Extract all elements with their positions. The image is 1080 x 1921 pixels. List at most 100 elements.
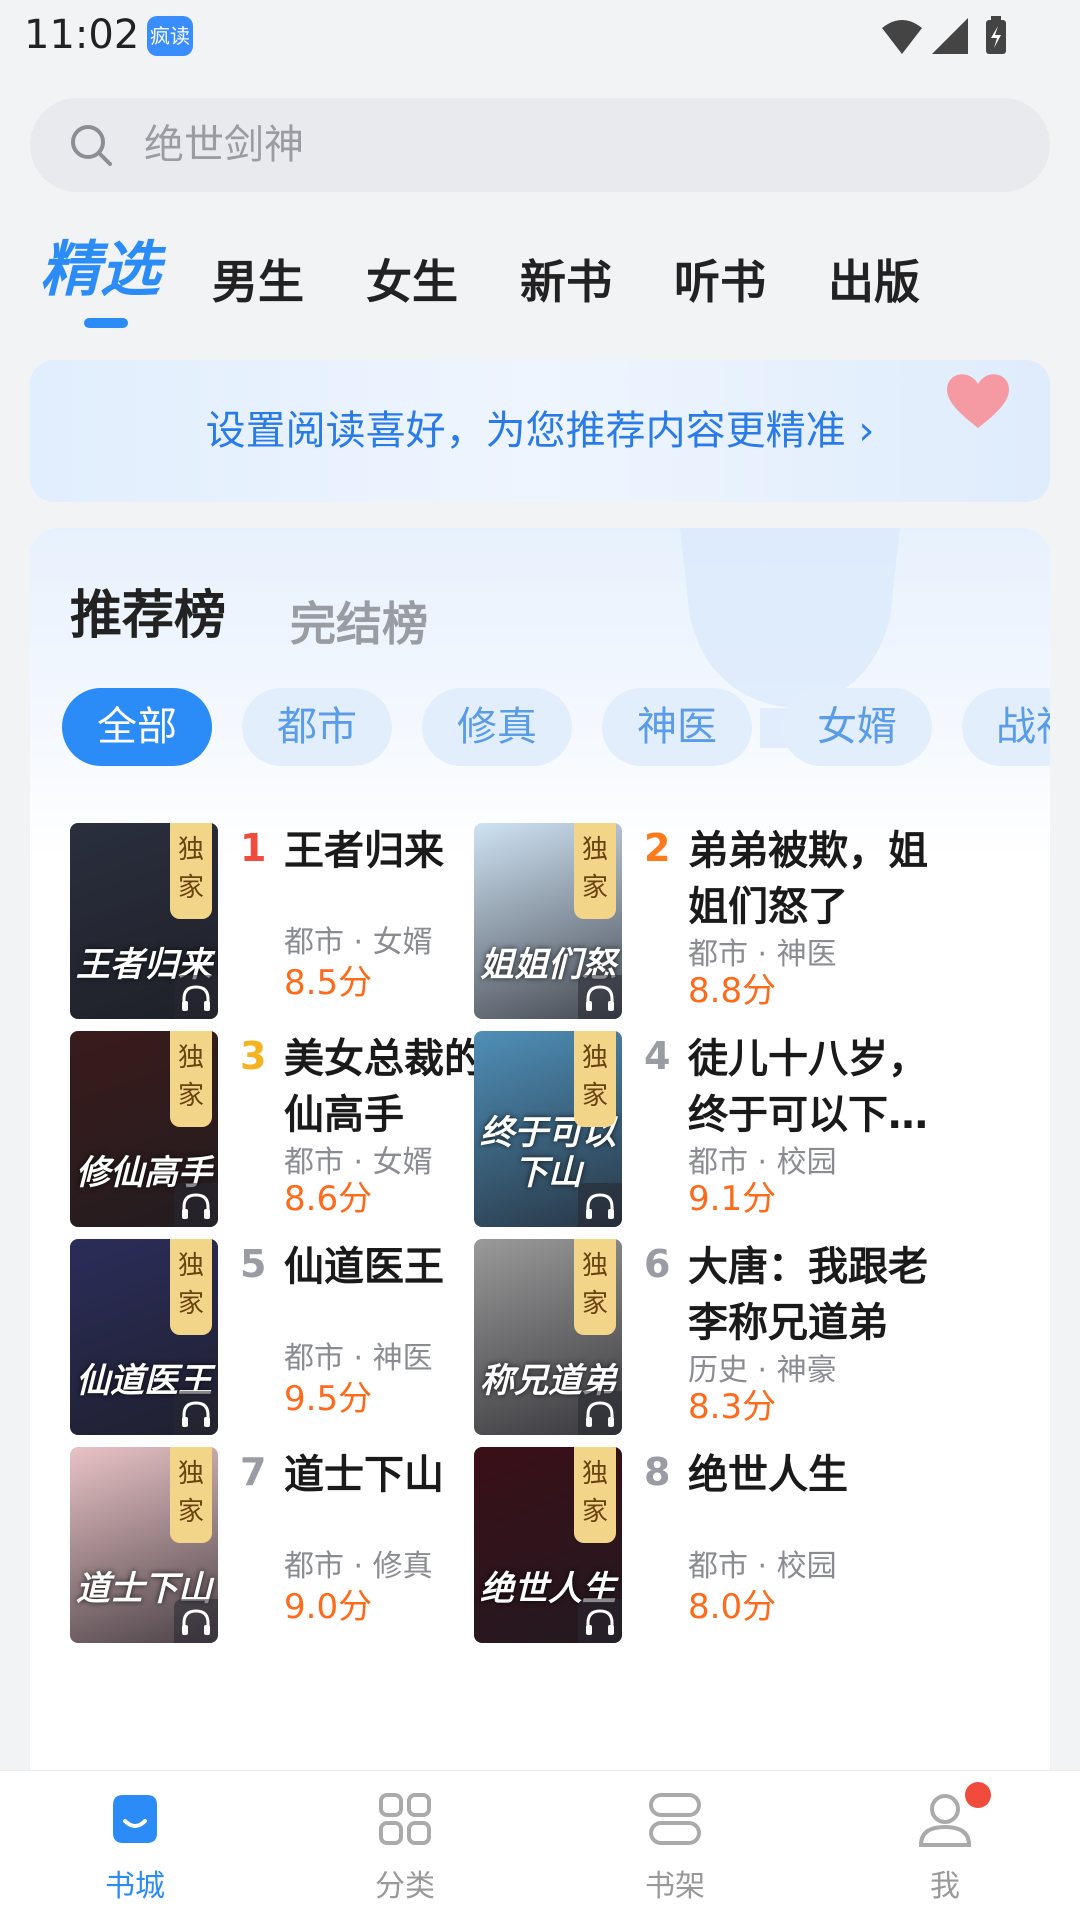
chip-son-in-law[interactable]: 女婿 [782, 688, 932, 766]
notification-dot [965, 1782, 991, 1808]
book-score: 8.6分 [284, 1179, 373, 1219]
exclusive-char: 家 [177, 873, 204, 903]
headphones-icon [174, 975, 218, 1019]
book-score: 9.5分 [284, 1379, 373, 1419]
rank-number: 4 [644, 1034, 671, 1078]
book-score: 9.0分 [284, 1587, 373, 1627]
exclusive-char: 独 [177, 1251, 204, 1281]
channel-tabs: 精选 男生 女生 新书 听书 出版 [0, 232, 1080, 332]
book-item[interactable]: 仙道医王独家 5 仙道医王 都市 · 神医 9.5分 [70, 1239, 540, 1439]
exclusive-badge: 独家 [170, 1031, 212, 1127]
tab-male[interactable]: 男生 [212, 254, 304, 310]
tab-completed-rank[interactable]: 完结榜 [290, 592, 428, 656]
headphones-icon [578, 1599, 622, 1643]
book-cover[interactable]: 终于可以下山独家 [474, 1031, 622, 1227]
chip-doctor[interactable]: 神医 [602, 688, 752, 766]
exclusive-badge: 独家 [170, 823, 212, 919]
rank-number: 8 [644, 1450, 671, 1494]
rank-number: 1 [240, 826, 267, 870]
bottom-navigation: 书城 分类 书架 我 [0, 1770, 1080, 1921]
exclusive-badge: 独家 [170, 1447, 212, 1543]
exclusive-char: 独 [177, 835, 204, 865]
heart-icon [947, 374, 1009, 428]
status-time: 11:02 [24, 12, 140, 58]
chip-urban[interactable]: 都市 [242, 688, 392, 766]
nav-bookstore[interactable]: 书城 [0, 1771, 270, 1921]
book-item[interactable]: 修仙高手独家 3 美女总裁的修仙高手 都市 · 女婿 8.6分 [70, 1031, 540, 1231]
rank-number: 5 [240, 1242, 267, 1286]
exclusive-badge: 独家 [170, 1239, 212, 1335]
tab-featured[interactable]: 精选 [40, 240, 160, 300]
ranking-card: 推荐榜 完结榜 全部 都市 修真 神医 女婿 战神 王者归来独家1王者归来都市 … [30, 528, 1050, 1920]
nav-me[interactable]: 我 [810, 1771, 1080, 1921]
tab-new-books[interactable]: 新书 [520, 254, 612, 310]
app-badge-icon: 疯读 [147, 16, 193, 56]
exclusive-char: 家 [581, 873, 608, 903]
book-item[interactable]: 称兄道弟独家 6 大唐：我跟老李称兄道弟 历史 · 神豪 8.3分 [474, 1239, 944, 1439]
book-cover[interactable]: 称兄道弟独家 [474, 1239, 622, 1435]
book-title[interactable]: 绝世人生 [688, 1447, 938, 1503]
book-title[interactable]: 弟弟被欺，姐姐们怒了 [688, 823, 938, 935]
rank-number: 2 [644, 826, 671, 870]
bookshelf-icon [649, 1793, 701, 1845]
book-item[interactable]: 姐姐们怒独家 2 弟弟被欺，姐姐们怒了 都市 · 神医 8.8分 [474, 823, 944, 1023]
headphones-icon [174, 1183, 218, 1227]
book-score: 8.0分 [688, 1587, 777, 1627]
headphones-icon [578, 1391, 622, 1435]
nav-me-label: 我 [930, 1869, 960, 1904]
chip-war-god[interactable]: 战神 [962, 688, 1050, 766]
search-icon [71, 125, 112, 166]
rank-number: 6 [644, 1242, 671, 1286]
book-cover[interactable]: 姐姐们怒独家 [474, 823, 622, 1019]
tab-female[interactable]: 女生 [366, 254, 458, 310]
book-cover[interactable]: 修仙高手独家 [70, 1031, 218, 1227]
exclusive-char: 独 [581, 1043, 608, 1073]
book-item[interactable]: 王者归来独家 1 王者归来 都市 · 女婿 8.5分 [70, 823, 540, 1023]
book-title[interactable]: 徒儿十八岁，终于可以下… [688, 1031, 938, 1143]
book-meta: 都市 · 校园 [688, 1549, 837, 1584]
headphones-icon [578, 975, 622, 1019]
tab-recommend-rank[interactable]: 推荐榜 [70, 584, 226, 648]
tab-publishing[interactable]: 出版 [828, 254, 920, 310]
book-score: 8.3分 [688, 1387, 777, 1427]
tab-audio[interactable]: 听书 [674, 254, 766, 310]
preference-banner[interactable]: 设置阅读喜好，为您推荐内容更精准 › [30, 360, 1050, 502]
book-score: 9.1分 [688, 1179, 777, 1219]
book-cover[interactable]: 绝世人生独家 [474, 1447, 622, 1643]
exclusive-char: 家 [581, 1289, 608, 1319]
nav-bookshelf[interactable]: 书架 [540, 1771, 810, 1921]
banner-text: 设置阅读喜好，为您推荐内容更精准 › [205, 408, 875, 454]
book-meta: 都市 · 女婿 [284, 925, 433, 960]
exclusive-badge: 独家 [574, 823, 616, 919]
exclusive-char: 家 [581, 1497, 608, 1527]
book-cover[interactable]: 道士下山独家 [70, 1447, 218, 1643]
headphones-icon [174, 1391, 218, 1435]
search-placeholder: 绝世剑神 [144, 122, 304, 168]
bookstore-icon [113, 1795, 157, 1843]
book-meta: 都市 · 神医 [284, 1341, 433, 1376]
exclusive-char: 家 [581, 1081, 608, 1111]
book-cover[interactable]: 仙道医王独家 [70, 1239, 218, 1435]
exclusive-badge: 独家 [574, 1239, 616, 1335]
rank-number: 3 [240, 1034, 267, 1078]
nav-category[interactable]: 分类 [270, 1771, 540, 1921]
exclusive-char: 家 [177, 1497, 204, 1527]
exclusive-char: 家 [177, 1081, 204, 1111]
exclusive-badge: 独家 [574, 1031, 616, 1127]
book-score: 8.5分 [284, 963, 373, 1003]
system-status-icons [882, 16, 1006, 54]
chip-all[interactable]: 全部 [62, 688, 212, 766]
exclusive-char: 独 [581, 1459, 608, 1489]
chip-cultivation[interactable]: 修真 [422, 688, 572, 766]
book-item[interactable]: 道士下山独家 7 道士下山 都市 · 修真 9.0分 [70, 1447, 540, 1647]
book-item[interactable]: 终于可以下山独家 4 徒儿十八岁，终于可以下… 都市 · 校园 9.1分 [474, 1031, 944, 1231]
exclusive-char: 独 [581, 835, 608, 865]
book-cover[interactable]: 王者归来独家 [70, 823, 218, 1019]
book-title[interactable]: 大唐：我跟老李称兄道弟 [688, 1239, 938, 1351]
search-bar[interactable]: 绝世剑神 [30, 98, 1050, 192]
nav-category-label: 分类 [375, 1869, 435, 1904]
status-bar: 11:02 疯读 [0, 0, 1080, 72]
exclusive-badge: 独家 [574, 1447, 616, 1543]
rank-number: 7 [240, 1450, 267, 1494]
book-item[interactable]: 绝世人生独家 8 绝世人生都市 · 校园 8.0分 [474, 1447, 944, 1647]
